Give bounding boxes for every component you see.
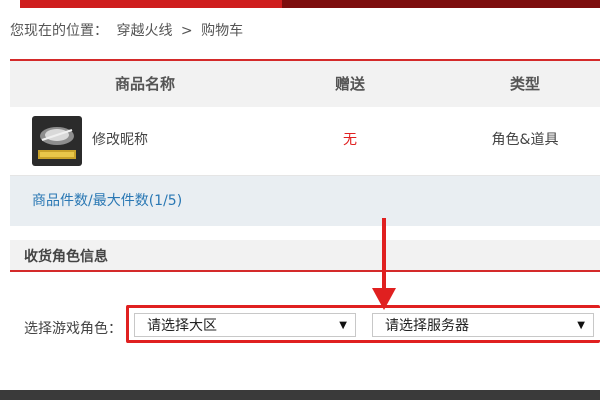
top-nav-bar-dark [282, 0, 600, 8]
server-select[interactable]: 请选择服务器 ▼ [372, 313, 594, 337]
region-select[interactable]: 请选择大区 ▼ [134, 313, 356, 337]
chevron-down-icon: ▼ [577, 320, 585, 331]
item-count-bar: 商品件数/最大件数(1/5) [10, 175, 600, 226]
region-select-value: 请选择大区 [147, 318, 217, 334]
header-type: 类型 [509, 75, 540, 93]
cart-table: 商品名称 赠送 类型 修改昵称 无 角色&道具 商品件数/最大件数(1/5) [10, 59, 600, 226]
top-nav-bar [0, 0, 600, 10]
header-product-name: 商品名称 [114, 75, 175, 93]
breadcrumb-current: 购物车 [201, 23, 244, 39]
cart-item-row: 修改昵称 无 角色&道具 [10, 107, 600, 175]
cart-table-header: 商品名称 赠送 类型 [10, 61, 600, 107]
arrow-down-icon [372, 218, 396, 310]
receiver-section-title: 收货角色信息 [24, 249, 108, 265]
top-nav-bar-red [20, 0, 282, 8]
breadcrumb-separator: > [180, 23, 193, 39]
chevron-down-icon: ▼ [339, 320, 347, 331]
item-thumbnail-icon [32, 116, 82, 166]
header-gift: 赠送 [334, 75, 365, 93]
server-select-value: 请选择服务器 [385, 318, 469, 334]
item-name: 修改昵称 [92, 132, 148, 148]
item-count-text: 商品件数/最大件数(1/5) [32, 193, 183, 209]
breadcrumb-prefix: 您现在的位置： [10, 23, 108, 39]
breadcrumb-link-game[interactable]: 穿越火线 [116, 23, 172, 39]
breadcrumb: 您现在的位置： 穿越火线 > 购物车 [10, 20, 247, 42]
item-gift: 无 [343, 132, 357, 148]
receiver-section-header: 收货角色信息 [10, 240, 600, 272]
role-select-label: 选择游戏角色： [24, 321, 122, 337]
bottom-bar [0, 390, 600, 400]
item-type: 角色&道具 [491, 132, 559, 148]
